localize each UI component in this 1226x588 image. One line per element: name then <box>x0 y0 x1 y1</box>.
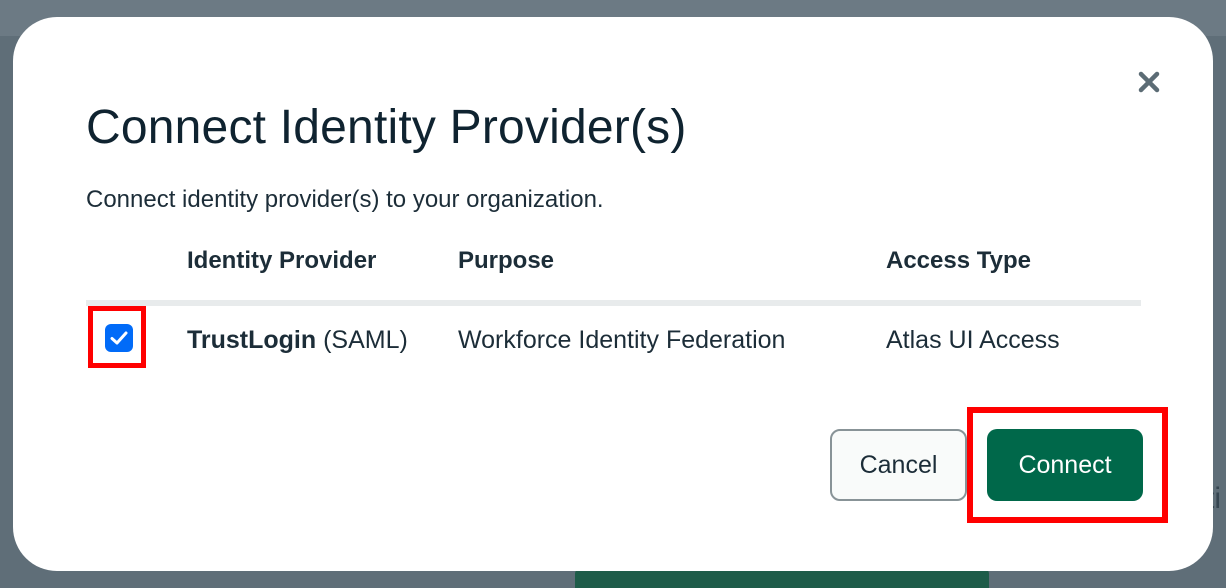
background-connect-button <box>575 568 989 588</box>
connect-highlight-box <box>967 407 1168 523</box>
table-header-divider <box>86 300 1141 306</box>
column-header-purpose: Purpose <box>458 247 555 274</box>
cancel-button[interactable]: Cancel <box>830 429 967 501</box>
identity-provider-cell: TrustLogin (SAML) <box>187 326 408 355</box>
checkmark-icon <box>110 331 128 345</box>
column-header-access-type: Access Type <box>886 247 1031 274</box>
access-type-cell: Atlas UI Access <box>886 326 1060 354</box>
modal-subtitle: Connect identity provider(s) to your org… <box>86 186 604 213</box>
column-header-identity-provider: Identity Provider <box>187 247 377 274</box>
close-icon[interactable] <box>1133 66 1165 98</box>
purpose-cell: Workforce Identity Federation <box>458 326 786 354</box>
provider-name: TrustLogin <box>187 326 317 354</box>
modal-title: Connect Identity Provider(s) <box>86 101 687 154</box>
row-select-checkbox[interactable] <box>105 324 133 352</box>
provider-protocol: (SAML) <box>323 326 408 354</box>
